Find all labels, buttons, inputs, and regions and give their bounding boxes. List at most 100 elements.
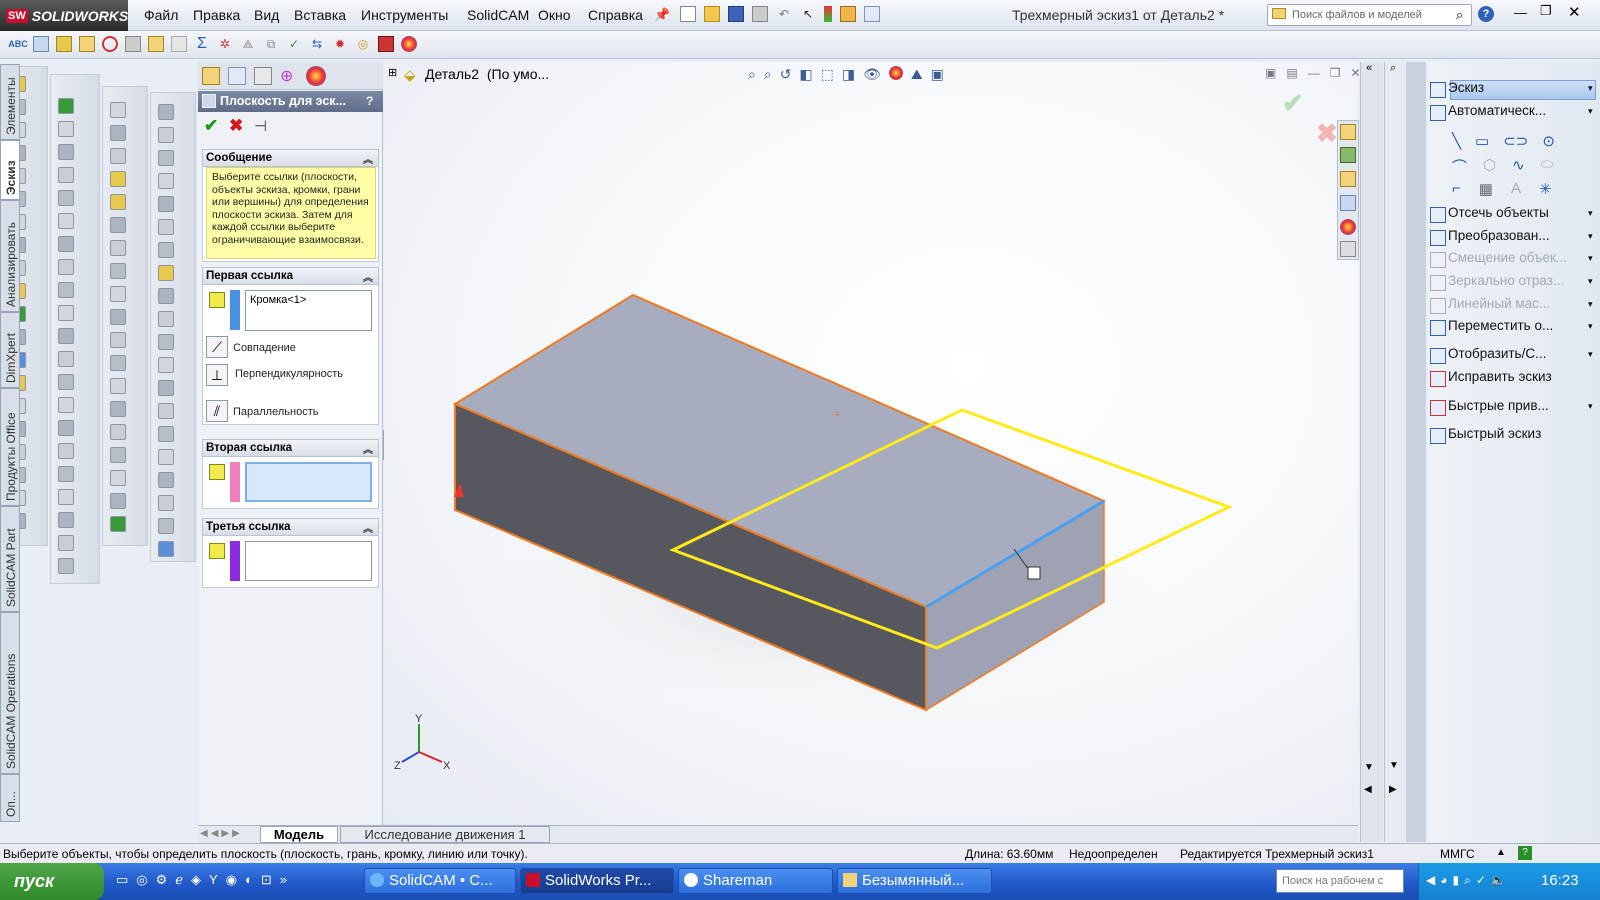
line-icon[interactable]: ╲ (1452, 132, 1461, 150)
appearances-icon[interactable] (1340, 219, 1356, 235)
more-icon[interactable]: » (280, 872, 287, 888)
tool-icon-5[interactable] (102, 36, 118, 52)
panel-scroll-right-icon[interactable]: ▶ (1389, 784, 1397, 795)
toolbar-tool-icon[interactable] (110, 493, 126, 509)
menu-window[interactable]: Окно (538, 7, 571, 23)
sum-icon[interactable]: Σ (194, 35, 210, 52)
toolbar-tool-icon[interactable] (158, 104, 174, 120)
tool-icon-15[interactable]: ✹ (332, 36, 348, 52)
command-trim[interactable]: Отсечь объекты (1448, 205, 1549, 220)
toolbar-tool-icon[interactable] (158, 127, 174, 143)
toolbar-tool-icon[interactable] (158, 265, 174, 281)
toolbar-tool-icon[interactable] (110, 125, 126, 141)
tool-icon-13[interactable]: ✓ (286, 36, 302, 52)
snap-icon[interactable] (1430, 400, 1446, 416)
status-help-icon[interactable]: ? (1518, 846, 1532, 860)
tool-icon-12[interactable]: ⧉ (263, 36, 279, 52)
toolbar-tool-icon[interactable] (58, 558, 74, 574)
dropdown-arrow-icon[interactable]: ▾ (1588, 106, 1593, 117)
toolbar-tool-icon[interactable] (110, 240, 126, 256)
command-pattern[interactable]: Линейный мас... (1448, 296, 1550, 311)
rectangle-icon[interactable]: ▭ (1475, 132, 1489, 150)
toolbar-tool-icon[interactable] (110, 102, 126, 118)
dropdown-arrow-icon[interactable]: ▾ (1588, 276, 1593, 287)
command-convert[interactable]: Преобразован... (1448, 228, 1550, 243)
tool-icon-3[interactable] (56, 36, 72, 52)
pm-help-icon[interactable]: ? (366, 94, 373, 108)
toolbar-tool-icon[interactable] (158, 173, 174, 189)
print-icon[interactable] (752, 6, 768, 22)
options-icon[interactable] (864, 6, 880, 22)
toolbar-tool-icon[interactable] (158, 196, 174, 212)
toolbar-tool-icon[interactable] (58, 190, 74, 206)
dimxpert-tab-icon[interactable]: ⊕ (280, 66, 300, 86)
toolbar-tool-icon[interactable] (110, 286, 126, 302)
toolbar-tool-icon[interactable] (58, 351, 74, 367)
task-solidworks[interactable]: SolidWorks Pr... (520, 868, 674, 894)
toolbar-tool-icon[interactable] (158, 541, 174, 557)
open-file-icon[interactable] (704, 6, 720, 22)
ok-check-icon[interactable]: ✔ (204, 116, 218, 136)
collapse-icon[interactable]: ︽ (363, 520, 373, 535)
slot-icon[interactable]: ⊂⊃ (1503, 132, 1528, 150)
toolbar-tool-icon[interactable] (158, 150, 174, 166)
repair-icon[interactable] (1430, 371, 1446, 387)
toolbar-tool-icon[interactable] (110, 401, 126, 417)
window-close-icon[interactable]: ✕ (1568, 3, 1581, 21)
first-ref-header[interactable]: Первая ссылка ︽ (202, 267, 379, 285)
command-snap[interactable]: Быстрые прив... (1448, 398, 1549, 413)
fillet-icon[interactable]: ⌐ (1452, 180, 1461, 198)
model-viewport[interactable]: + Y X Z (384, 62, 1358, 825)
tool-icon-2[interactable] (33, 36, 49, 52)
toolbar-tool-icon[interactable] (158, 518, 174, 534)
feature-manager-tab-icon[interactable] (202, 67, 220, 85)
design-library-icon[interactable] (1340, 147, 1356, 163)
menu-tools[interactable]: Инструменты (361, 7, 448, 23)
tool-icon-8[interactable] (171, 36, 187, 52)
move-icon[interactable] (1430, 320, 1446, 336)
toolbar-tool-icon[interactable] (110, 470, 126, 486)
task-shareman[interactable]: Shareman (678, 868, 833, 894)
quick-icon-5[interactable]: ◈ (191, 872, 201, 888)
command-sketch[interactable]: Эскиз (1448, 80, 1484, 95)
toolbar-tool-icon[interactable] (58, 466, 74, 482)
tool-icon-7[interactable] (148, 36, 164, 52)
tool-icon-11[interactable]: ⟁ (240, 36, 256, 52)
task-paint[interactable]: Безымянный... (837, 868, 992, 894)
toolbar-tool-icon[interactable] (58, 305, 74, 321)
tray-check-icon[interactable]: ✓ (1476, 873, 1486, 888)
tool-icon-6[interactable] (125, 36, 141, 52)
select-icon[interactable]: ↖ (800, 6, 816, 22)
third-ref-selection-box[interactable] (245, 541, 372, 581)
collapse-icon[interactable]: ︽ (363, 269, 373, 284)
save-icon[interactable] (728, 6, 744, 22)
toolbar-tool-icon[interactable] (58, 98, 74, 114)
toolbar-tool-icon[interactable] (110, 447, 126, 463)
message-section-header[interactable]: Сообщение ︽ (202, 149, 379, 167)
toolbar-tool-icon[interactable] (158, 403, 174, 419)
toolbar-tool-icon[interactable] (110, 516, 126, 532)
hatch-icon[interactable]: ▦ (1479, 180, 1493, 198)
tab-sketch[interactable]: Эскиз (0, 140, 20, 200)
tool-icon-17[interactable] (378, 36, 394, 52)
text-icon[interactable]: A (1511, 180, 1521, 198)
pin-icon[interactable]: 📌 (654, 7, 670, 23)
search-input[interactable]: Поиск файлов и моделей (1267, 4, 1472, 26)
toolbar-tool-icon[interactable] (58, 259, 74, 275)
toolbar-tool-icon[interactable] (58, 282, 74, 298)
tab-dimxpert[interactable]: DimXpert (0, 312, 20, 388)
search-icon[interactable]: ⌕ (1456, 7, 1463, 23)
menu-view[interactable]: Вид (254, 7, 279, 23)
toolbar-tool-icon[interactable] (58, 167, 74, 183)
toolbar-tool-icon[interactable] (110, 424, 126, 440)
toolbar-tool-icon[interactable] (58, 489, 74, 505)
tool-icon-14[interactable]: ⇆ (309, 36, 325, 52)
ie-icon[interactable]: ℯ (175, 872, 183, 888)
relation-coincident[interactable]: Совпадение (233, 342, 296, 354)
toolbar-tool-icon[interactable] (58, 328, 74, 344)
toolbar-tool-icon[interactable] (110, 355, 126, 371)
command-offset[interactable]: Смещение объек... (1448, 250, 1567, 265)
toolbar-tool-icon[interactable] (58, 144, 74, 160)
new-file-icon[interactable] (680, 6, 696, 22)
second-ref-header[interactable]: Вторая ссылка ︽ (202, 439, 379, 457)
